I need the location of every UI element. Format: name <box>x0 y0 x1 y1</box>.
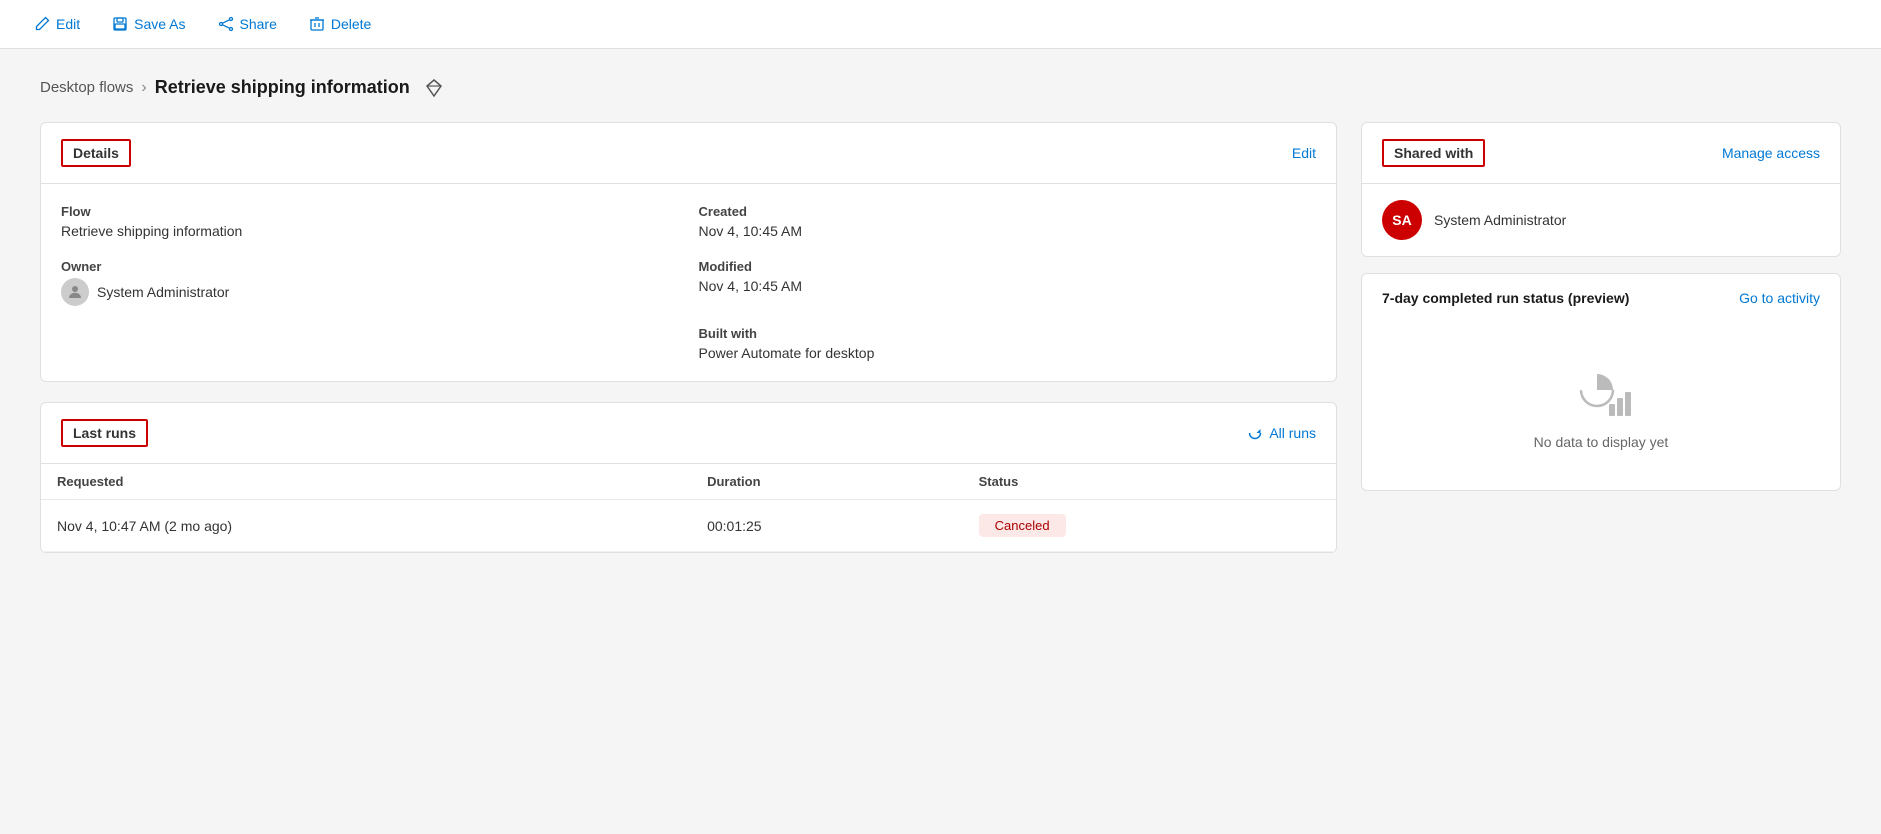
details-title: Details <box>61 139 131 167</box>
owner-label: Owner <box>61 259 679 274</box>
premium-icon <box>424 78 444 98</box>
owner-detail: Owner System Administrator <box>61 259 679 306</box>
details-card-body: Flow Retrieve shipping information Creat… <box>41 184 1336 381</box>
no-data-text: No data to display yet <box>1534 434 1669 450</box>
edit-button[interactable]: Edit <box>20 10 94 38</box>
col-duration: Duration <box>691 464 963 500</box>
last-runs-card-header: Last runs All runs <box>41 403 1336 464</box>
built-with-value: Power Automate for desktop <box>699 345 875 361</box>
col-requested: Requested <box>41 464 691 500</box>
owner-value: System Administrator <box>97 284 229 300</box>
owner-avatar <box>61 278 89 306</box>
activity-title: 7-day completed run status (preview) <box>1382 290 1629 306</box>
last-runs-card: Last runs All runs Requested <box>40 402 1337 553</box>
save-as-icon <box>112 16 128 32</box>
save-as-button[interactable]: Save As <box>98 10 199 38</box>
created-label: Created <box>699 204 1317 219</box>
edit-icon <box>34 16 50 32</box>
table-row: Nov 4, 10:47 AM (2 mo ago) 00:01:25 Canc… <box>41 500 1336 552</box>
all-runs-label: All runs <box>1269 425 1316 441</box>
modified-detail: Modified Nov 4, 10:45 AM <box>699 259 1317 306</box>
run-requested: Nov 4, 10:47 AM (2 mo ago) <box>41 500 691 552</box>
delete-button[interactable]: Delete <box>295 10 385 38</box>
toolbar: Edit Save As Share Delete <box>0 0 1881 49</box>
left-panel: Details Edit Flow Retrieve shipping info… <box>40 122 1337 553</box>
breadcrumb-current: Retrieve shipping information <box>155 77 410 98</box>
created-detail: Created Nov 4, 10:45 AM <box>699 204 1317 239</box>
modified-value: Nov 4, 10:45 AM <box>699 278 803 294</box>
col-status: Status <box>963 464 1336 500</box>
person-icon <box>66 283 84 301</box>
flow-detail: Flow Retrieve shipping information <box>61 204 679 239</box>
status-badge: Canceled <box>979 514 1066 537</box>
breadcrumb: Desktop flows › Retrieve shipping inform… <box>40 77 1841 98</box>
activity-header: 7-day completed run status (preview) Go … <box>1362 274 1840 322</box>
run-duration: 00:01:25 <box>691 500 963 552</box>
owner-row: System Administrator <box>61 278 679 306</box>
user-initials: SA <box>1392 212 1411 228</box>
details-card-header: Details Edit <box>41 123 1336 184</box>
built-with-detail: Built with Power Automate for desktop <box>699 326 1317 361</box>
details-card: Details Edit Flow Retrieve shipping info… <box>40 122 1337 382</box>
main-layout: Details Edit Flow Retrieve shipping info… <box>40 122 1841 553</box>
activity-body: No data to display yet <box>1362 322 1840 490</box>
flow-label: Flow <box>61 204 679 219</box>
save-as-label: Save As <box>134 16 185 32</box>
edit-label: Edit <box>56 16 80 32</box>
user-avatar: SA <box>1382 200 1422 240</box>
manage-access-link[interactable]: Manage access <box>1722 145 1820 161</box>
no-data-icon <box>1571 362 1631 422</box>
delete-icon <box>309 16 325 32</box>
refresh-icon <box>1247 425 1263 441</box>
built-with-label: Built with <box>699 326 1317 341</box>
created-value: Nov 4, 10:45 AM <box>699 223 803 239</box>
flow-value: Retrieve shipping information <box>61 223 242 239</box>
shared-with-body: SA System Administrator <box>1362 184 1840 256</box>
last-runs-title: Last runs <box>61 419 148 447</box>
all-runs-button[interactable]: All runs <box>1247 425 1316 441</box>
right-panel: Shared with Manage access SA System Admi… <box>1361 122 1841 491</box>
delete-label: Delete <box>331 16 371 32</box>
shared-with-header: Shared with Manage access <box>1362 123 1840 184</box>
last-runs-card-body: Requested Duration Status Nov 4, 10:47 A… <box>41 464 1336 552</box>
modified-label: Modified <box>699 259 1317 274</box>
share-button[interactable]: Share <box>204 10 291 38</box>
details-edit-button[interactable]: Edit <box>1292 145 1316 161</box>
details-grid: Flow Retrieve shipping information Creat… <box>61 204 1316 361</box>
runs-table: Requested Duration Status Nov 4, 10:47 A… <box>41 464 1336 552</box>
user-name: System Administrator <box>1434 212 1566 228</box>
activity-card: 7-day completed run status (preview) Go … <box>1361 273 1841 491</box>
shared-with-title: Shared with <box>1382 139 1485 167</box>
breadcrumb-separator: › <box>141 79 146 97</box>
shared-with-card: Shared with Manage access SA System Admi… <box>1361 122 1841 257</box>
run-status: Canceled <box>963 500 1336 552</box>
share-label: Share <box>240 16 277 32</box>
go-to-activity-link[interactable]: Go to activity <box>1739 290 1820 306</box>
share-icon <box>218 16 234 32</box>
page-content: Desktop flows › Retrieve shipping inform… <box>0 49 1881 581</box>
breadcrumb-parent-link[interactable]: Desktop flows <box>40 79 133 96</box>
